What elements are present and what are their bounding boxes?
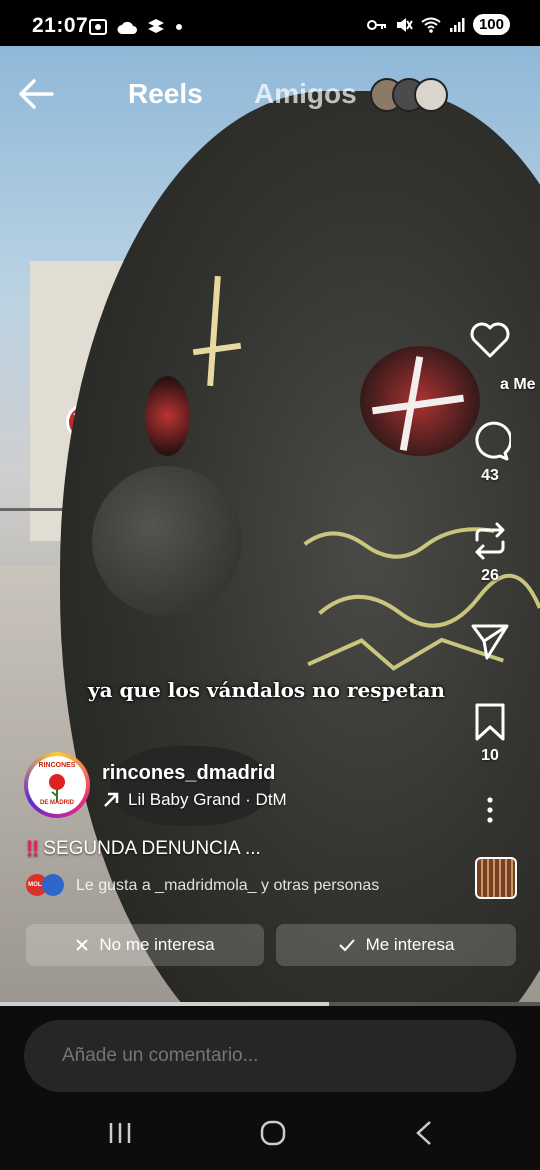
- avatar: RINCONES DE MADRID: [28, 756, 86, 814]
- cloud-icon: [117, 21, 137, 34]
- avatar-logo-bottom: DE MADRID: [40, 800, 74, 806]
- video-progress-bar[interactable]: [0, 1002, 540, 1006]
- like-button[interactable]: a Me g: [440, 320, 540, 393]
- liked-by-text: Le gusta a _madridmola_ y otras personas: [76, 877, 380, 894]
- audio-thumbnail[interactable]: [475, 857, 517, 899]
- home-icon: [260, 1120, 286, 1146]
- dropbox-icon: [148, 19, 164, 33]
- liked-avatar: [42, 874, 64, 896]
- status-bar: 21:07 100: [0, 0, 540, 46]
- tab-reels[interactable]: Reels: [128, 78, 203, 110]
- reels-top-nav: Reels Amigos: [0, 62, 540, 126]
- sculpture-lips: [110, 746, 270, 826]
- author-username[interactable]: rincones_dmadrid: [102, 762, 275, 785]
- interested-button[interactable]: Me interesa: [276, 924, 516, 966]
- back-button[interactable]: [16, 76, 56, 112]
- comment-input[interactable]: [60, 1044, 464, 1068]
- status-right-icons: 100: [366, 14, 510, 35]
- repost-icon: [475, 522, 505, 560]
- friend-avatar: [414, 78, 448, 112]
- system-nav-bar: [0, 1106, 540, 1166]
- repost-count: 26: [481, 567, 499, 584]
- home-button[interactable]: [259, 1119, 287, 1152]
- liked-by[interactable]: MOLA Le gusta a _madridmola_ y otras per…: [26, 874, 379, 898]
- status-time: 21:07: [32, 14, 89, 37]
- more-icon: [487, 797, 493, 823]
- save-button[interactable]: 10: [440, 702, 540, 765]
- comment-icon: [475, 421, 513, 461]
- like-count: a Me g: [500, 376, 540, 393]
- bottom-area: [0, 1006, 540, 1170]
- liked-by-avatars: MOLA: [26, 874, 66, 898]
- status-left-icons: [88, 17, 184, 37]
- video-progress-fill: [0, 1002, 330, 1006]
- interested-label: Me interesa: [365, 935, 455, 954]
- close-icon: [76, 939, 89, 951]
- audio-label: Lil Baby Grand · DtM: [128, 790, 287, 809]
- share-icon: [471, 624, 509, 660]
- video-subtitle: ya que los vándalos no respetan: [88, 678, 445, 702]
- dot-icon: [176, 24, 182, 30]
- comment-box[interactable]: [24, 1020, 516, 1092]
- battery-indicator: 100: [472, 14, 510, 35]
- comment-button[interactable]: 43: [440, 420, 540, 485]
- sculpture-nose: [92, 466, 242, 616]
- friends-avatars[interactable]: [370, 78, 450, 112]
- recent-apps-button[interactable]: [107, 1120, 133, 1151]
- save-count: 10: [481, 747, 499, 764]
- caption-text: SEGUNDA DENUNCIA ...: [43, 838, 261, 859]
- signal-icon: [449, 17, 465, 32]
- repost-button[interactable]: 26: [440, 520, 540, 585]
- check-icon: [338, 939, 355, 952]
- screenshot-icon: [89, 19, 107, 35]
- author-avatar[interactable]: RINCONES DE MADRID: [24, 752, 90, 818]
- more-options-button[interactable]: [440, 796, 540, 829]
- audio-track[interactable]: Lil Baby Grand · DtM: [102, 790, 287, 810]
- not-interested-label: No me interesa: [99, 935, 215, 954]
- heart-icon: [470, 322, 510, 358]
- recent-apps-icon: [109, 1123, 131, 1143]
- reels-screen: 21:07 100 Reels Amigos a Me 43 26 10 ya …: [0, 0, 540, 1170]
- double-exclamation-icon: ‼: [26, 836, 40, 861]
- arrow-up-right-icon: [104, 792, 119, 807]
- arrow-left-icon: [19, 79, 54, 109]
- key-icon: [366, 19, 386, 30]
- sculpture-left-eye: [145, 376, 190, 456]
- wifi-icon: [421, 17, 441, 33]
- post-caption[interactable]: ‼ SEGUNDA DENUNCIA ...: [26, 836, 261, 862]
- comment-count: 43: [481, 467, 499, 484]
- tab-amigos[interactable]: Amigos: [254, 78, 357, 110]
- system-back-button[interactable]: [414, 1120, 434, 1151]
- share-button[interactable]: [440, 620, 540, 667]
- chevron-left-icon: [416, 1121, 431, 1145]
- not-interested-button[interactable]: No me interesa: [26, 924, 264, 966]
- mute-icon: [396, 17, 413, 32]
- bookmark-icon: [475, 703, 505, 741]
